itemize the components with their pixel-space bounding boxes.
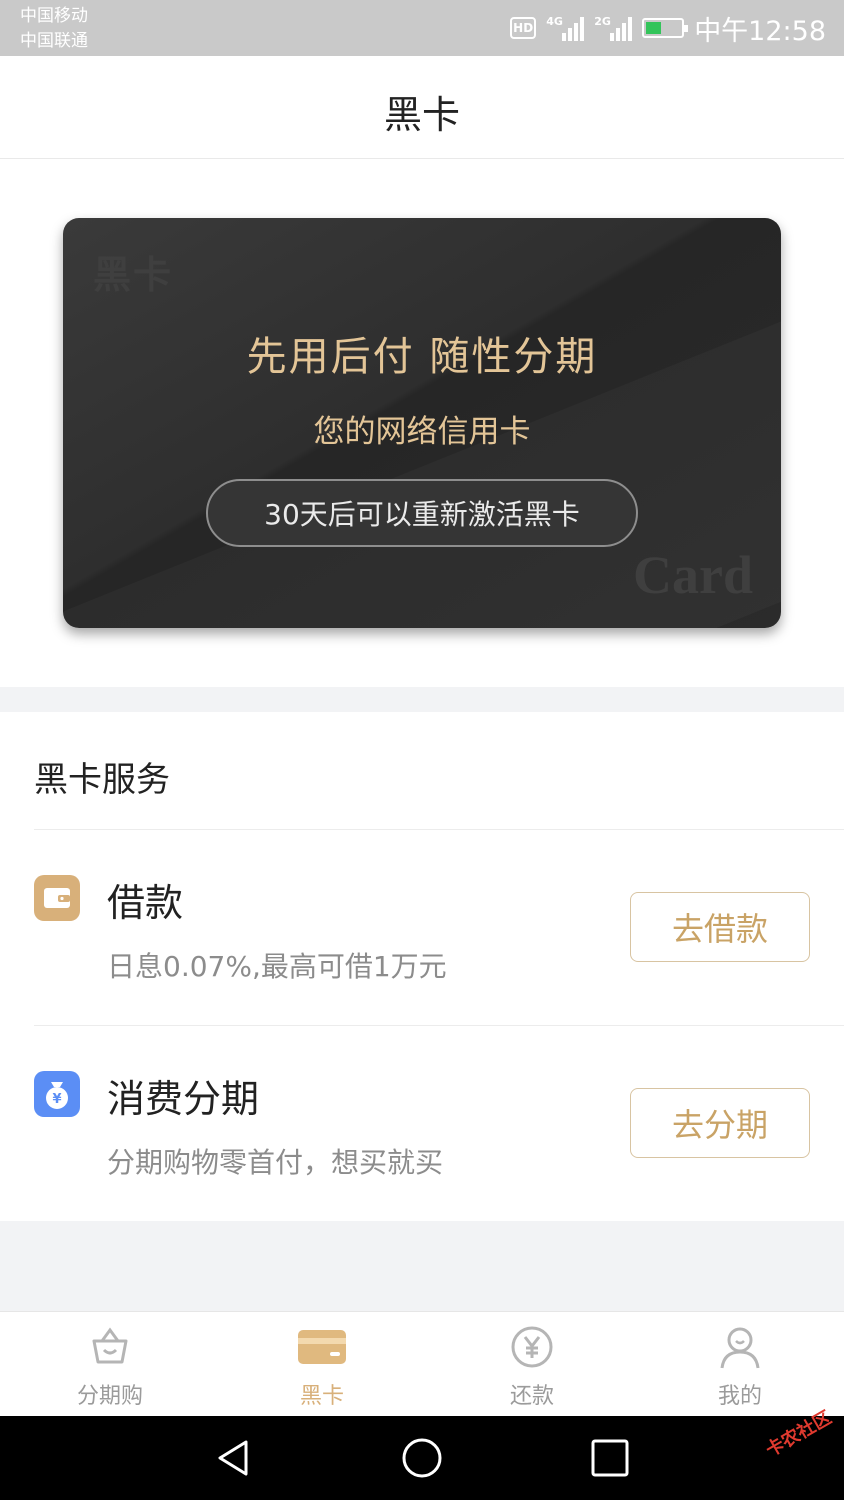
card-watermark-text: Card xyxy=(633,545,753,605)
services-title: 黑卡服务 xyxy=(34,760,170,800)
card-status-button[interactable]: 30天后可以重新激活黑卡 xyxy=(206,479,638,547)
recents-icon[interactable] xyxy=(588,1436,632,1480)
tab-label: 黑卡 xyxy=(299,1384,344,1409)
tab-label: 我的 xyxy=(717,1384,762,1409)
card-headline: 先用后付 随性分期 xyxy=(246,334,598,380)
black-card: 黑卡 Card 先用后付 随性分期 您的网络信用卡 30天后可以重新激活黑卡 xyxy=(63,218,781,628)
service-loan-title: 借款 xyxy=(107,881,184,925)
status-clock: 中午12:58 xyxy=(694,15,826,47)
tab-repay[interactable]: 还款 xyxy=(432,1312,632,1416)
service-installment-title: 消费分期 xyxy=(107,1077,260,1121)
bottom-tab-bar: 分期购 黑卡 还款 我的 xyxy=(0,1311,844,1416)
carrier-secondary: 中国联通 xyxy=(20,31,88,51)
tab-mine[interactable]: 我的 xyxy=(640,1312,840,1416)
card-watermark-logo: 黑卡 xyxy=(93,252,174,297)
installment-button[interactable]: 去分期 xyxy=(630,1088,810,1158)
card-subtitle: 您的网络信用卡 xyxy=(313,414,531,450)
tab-label: 分期购 xyxy=(76,1384,143,1409)
signal-4g-icon: 4G xyxy=(546,15,585,41)
page-title: 黑卡 xyxy=(383,93,460,137)
page-header: 黑卡 xyxy=(0,56,844,159)
wallet-icon xyxy=(34,875,80,921)
divider xyxy=(34,829,844,830)
divider xyxy=(34,1025,844,1026)
battery-icon xyxy=(642,18,689,38)
battery-fill xyxy=(646,22,662,34)
card-section: 黑卡 Card 先用后付 随性分期 您的网络信用卡 30天后可以重新激活黑卡 xyxy=(0,159,844,687)
service-installment-desc: 分期购物零首付，想买就买 xyxy=(107,1146,444,1179)
card-icon xyxy=(298,1330,346,1364)
tab-black-card[interactable]: 黑卡 xyxy=(222,1312,422,1416)
loan-button[interactable]: 去借款 xyxy=(630,892,810,962)
tab-installment-shop[interactable]: 分期购 xyxy=(10,1312,210,1416)
system-nav-bar xyxy=(0,1416,844,1500)
back-icon[interactable] xyxy=(212,1436,256,1480)
network-type-label: 4G xyxy=(546,15,563,28)
yen-icon xyxy=(511,1326,553,1368)
home-icon[interactable] xyxy=(400,1436,444,1480)
user-icon xyxy=(720,1327,760,1369)
money-bag-icon: ¥ xyxy=(34,1071,80,1117)
svg-text:¥: ¥ xyxy=(52,1092,61,1107)
services-section: 黑卡服务 借款 日息0.07%,最高可借1万元 去借款 ¥ 消费分期 分期购物零… xyxy=(0,712,844,1221)
status-bar: 中国移动 中国联通 HD 4G 2G 中午12:58 xyxy=(0,0,844,56)
basket-icon xyxy=(92,1327,128,1364)
carrier-primary: 中国移动 xyxy=(20,6,88,26)
tab-label: 还款 xyxy=(509,1384,554,1409)
network-type-label: 2G xyxy=(594,15,611,28)
service-loan-desc: 日息0.07%,最高可借1万元 xyxy=(107,950,447,983)
signal-2g-icon: 2G xyxy=(594,15,633,41)
hd-icon: HD xyxy=(510,17,537,39)
